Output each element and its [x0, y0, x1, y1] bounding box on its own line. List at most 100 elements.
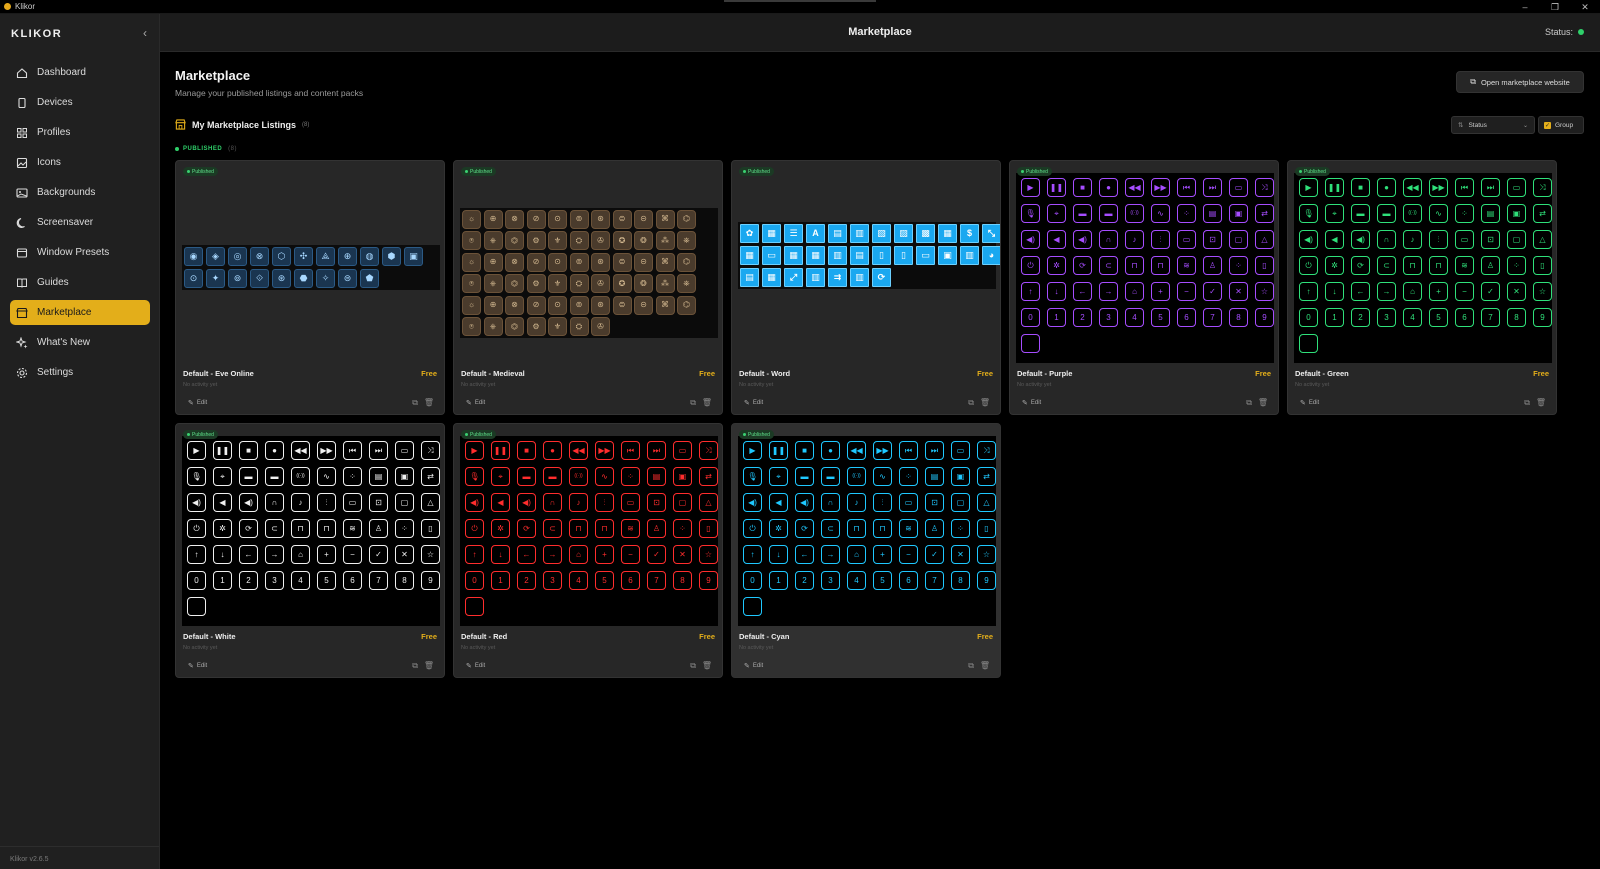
- button-icon-tile: 8: [395, 571, 414, 590]
- button-icon-tile: ⌖: [1325, 204, 1344, 223]
- button-icon-tile: ▭: [673, 441, 692, 460]
- medieval-icon-tile: ☼: [462, 295, 481, 315]
- status-filter-select[interactable]: ⇅ Status ⌄: [1451, 116, 1535, 134]
- status-filter-value: Status: [1468, 121, 1487, 129]
- sidebar-item-icons[interactable]: Icons: [10, 150, 150, 175]
- medieval-icon-tile: ⛭: [569, 317, 589, 337]
- maximize-button[interactable]: ❐: [1540, 0, 1570, 14]
- medieval-icon-tile: ⍟: [462, 231, 481, 251]
- device-icon: [16, 97, 28, 109]
- listing-card-default-green[interactable]: Published ▶ ❚❚ ■ ● ◀◀ ▶▶ ⏮ ⏭ ▭ ⤨ 🎙 ⌖ ▬ ▬ ((·)) ∿ ⁘ ▤ ▣ ⇄ ◀) ◀ ◀…: [1287, 160, 1557, 415]
- eve-icon-tile: ◈: [206, 246, 225, 266]
- button-icon-tile: →: [543, 545, 562, 564]
- button-icon-tile: 6: [1177, 308, 1196, 327]
- button-icon-tile: ▭: [395, 441, 414, 460]
- drag-handle[interactable]: [724, 0, 876, 2]
- word-icon-tile: ▥: [806, 267, 825, 287]
- group-checkbox[interactable]: ✓ Group: [1538, 116, 1584, 134]
- external-link-icon[interactable]: ⧉: [690, 661, 696, 671]
- medieval-icon-tile: ⛭: [569, 231, 589, 251]
- listing-price: Free: [421, 369, 437, 378]
- button-icon-tile: 3: [543, 571, 562, 590]
- open-marketplace-button[interactable]: ⧉ Open marketplace website: [1456, 71, 1584, 93]
- button-icon-tile: ▣: [1507, 204, 1526, 223]
- external-link-icon[interactable]: ⧉: [968, 661, 974, 671]
- trash-icon[interactable]: 🗑: [424, 398, 434, 407]
- external-link-icon: ⧉: [1470, 77, 1476, 86]
- listing-card-default-medieval[interactable]: Published ☼ ⊕ ⊗ ⊘ ⊙ ⊚ ⊛ ⊜ ⊝ ⌘ ⌬ ⍟ ⎈ ⏣ ⚙ ⚜ ⛭ ✇ ✪ ❂ ⁂ ⛯ ☼ ⊕ ⊗ ⊘ ⊙ ⊚ ⊛ ⊜ ⊝…: [453, 160, 723, 415]
- sidebar-item-marketplace[interactable]: Marketplace: [10, 300, 150, 325]
- button-icon-tile: ⟳: [1351, 256, 1370, 275]
- button-icon-tile: ⟳: [517, 519, 536, 538]
- edit-listing-button[interactable]: ✎ Edit: [744, 399, 763, 407]
- sidebar-item-dashboard[interactable]: Dashboard: [10, 60, 150, 85]
- eve-icon-tile: ⊙: [184, 268, 203, 288]
- listing-card-default-white[interactable]: Published ▶ ❚❚ ■ ● ◀◀ ▶▶ ⏮ ⏭ ▭ ⤨ 🎙 ⌖ ▬ ▬ ((·)) ∿ ⁘ ▤ ▣ ⇄ ◀) ◀ ◀…: [175, 423, 445, 678]
- eve-icon-tile: ▣: [404, 246, 423, 266]
- button-icon-tile: ▣: [395, 467, 414, 486]
- close-button[interactable]: ✕: [1570, 0, 1600, 14]
- button-icon-tile: ▬: [517, 467, 536, 486]
- external-link-icon[interactable]: ⧉: [412, 661, 418, 671]
- button-icon-tile: ◀◀: [1125, 178, 1144, 197]
- edit-listing-button[interactable]: ✎ Edit: [188, 662, 207, 670]
- external-link-icon[interactable]: ⧉: [1246, 398, 1252, 408]
- button-icon-tile: ✕: [1229, 282, 1248, 301]
- edit-listing-button[interactable]: ✎ Edit: [466, 662, 485, 670]
- sidebar-item-devices[interactable]: Devices: [10, 90, 150, 115]
- sidebar-item-window-presets[interactable]: Window Presets: [10, 240, 150, 265]
- button-icon-tile: +: [317, 545, 336, 564]
- listing-card-default-cyan[interactable]: Published ▶ ❚❚ ■ ● ◀◀ ▶▶ ⏮ ⏭ ▭ ⤨ 🎙 ⌖ ▬ ▬ ((·)) ∿ ⁘ ▤ ▣ ⇄ ◀) ◀ ◀…: [731, 423, 1001, 678]
- medieval-icon-tile: ⚙: [526, 317, 546, 337]
- listing-name: Default - Green: [1295, 369, 1349, 378]
- minimize-button[interactable]: –: [1510, 0, 1540, 14]
- trash-icon[interactable]: 🗑: [980, 661, 990, 670]
- trash-icon[interactable]: 🗑: [980, 398, 990, 407]
- button-icon-tile: ⊡: [925, 493, 944, 512]
- listing-card-default-purple[interactable]: Published ▶ ❚❚ ■ ● ◀◀ ▶▶ ⏮ ⏭ ▭ ⤨ 🎙 ⌖ ▬ ▬ ((·)) ∿ ⁘ ▤ ▣ ⇄ ◀) ◀ ◀…: [1009, 160, 1279, 415]
- trash-icon[interactable]: 🗑: [1258, 398, 1268, 407]
- sidebar-item-profiles[interactable]: Profiles: [10, 120, 150, 145]
- button-icon-tile: ∿: [317, 467, 336, 486]
- sidebar-item-settings[interactable]: Settings: [10, 360, 150, 385]
- medieval-icon-tile: ⊗: [505, 209, 524, 229]
- button-icon-tile: ☆: [421, 545, 440, 564]
- published-group-heading: PUBLISHED (8): [175, 146, 237, 152]
- edit-listing-button[interactable]: ✎ Edit: [188, 399, 207, 407]
- listing-card-default-word[interactable]: Published ✿ ▦ ☰ A ▤ ▥ ▧ ▨ ▩ ▦ $ ⤡ ▦ ▭ ▦ ▦ ▥ ▤ ▯ ▯ ▭ ▣ ▥ ◕ ▤ ▦ ⤢ ▥ ⇉ ▥ ⟳…: [731, 160, 1001, 415]
- listing-card-default-eve-online[interactable]: Published ◉ ◈ ◎ ⊗ ⬡ ✣ ⟁ ⊕ ◍ ⬢ ▣ ⊙ ✦ ⊚ ⟐ ⊛ ⬣ ✧ ⊜ ⬟ Default - E…: [175, 160, 445, 415]
- edit-listing-button[interactable]: ✎ Edit: [744, 662, 763, 670]
- published-badge: Published: [739, 167, 774, 176]
- trash-icon[interactable]: 🗑: [1536, 398, 1546, 407]
- edit-listing-button[interactable]: ✎ Edit: [1022, 399, 1041, 407]
- sidebar-item-guides[interactable]: Guides: [10, 270, 150, 295]
- trash-icon[interactable]: 🗑: [424, 661, 434, 670]
- button-icon-tile: ✓: [647, 545, 666, 564]
- trash-icon[interactable]: 🗑: [702, 398, 712, 407]
- medieval-icon-tile: ✪: [612, 274, 632, 294]
- button-icon-tile: ↓: [1047, 282, 1066, 301]
- button-icon-tile: ←: [517, 545, 536, 564]
- button-icon-tile: ⊡: [647, 493, 666, 512]
- eve-icon-tile: ⬢: [382, 246, 401, 266]
- sidebar-item-screensaver[interactable]: Screensaver: [10, 210, 150, 235]
- medieval-icon-tile: ⌬: [677, 295, 696, 315]
- edit-listing-button[interactable]: ✎ Edit: [1300, 399, 1319, 407]
- button-icon-tile: ◀): [1021, 230, 1040, 249]
- trash-icon[interactable]: 🗑: [702, 661, 712, 670]
- external-link-icon[interactable]: ⧉: [412, 398, 418, 408]
- listing-card-default-red[interactable]: Published ▶ ❚❚ ■ ● ◀◀ ▶▶ ⏮ ⏭ ▭ ⤨ 🎙 ⌖ ▬ ▬ ((·)) ∿ ⁘ ▤ ▣ ⇄ ◀) ◀ ◀…: [453, 423, 723, 678]
- edit-listing-button[interactable]: ✎ Edit: [466, 399, 485, 407]
- grid-icon: [16, 127, 28, 139]
- sidebar-item-backgrounds[interactable]: Backgrounds: [10, 180, 150, 205]
- external-link-icon[interactable]: ⧉: [690, 398, 696, 408]
- sidebar-item-what-s-new[interactable]: What's New: [10, 330, 150, 355]
- button-icon-tile: 9: [977, 571, 996, 590]
- button-icon-tile: ■: [239, 441, 258, 460]
- word-icon-tile: ▦: [784, 245, 803, 265]
- collapse-sidebar-button[interactable]: ‹: [138, 26, 152, 40]
- page-title: Marketplace: [175, 68, 251, 83]
- external-link-icon[interactable]: ⧉: [1524, 398, 1530, 408]
- button-icon-tile: 🎙: [187, 467, 206, 486]
- external-link-icon[interactable]: ⧉: [968, 398, 974, 408]
